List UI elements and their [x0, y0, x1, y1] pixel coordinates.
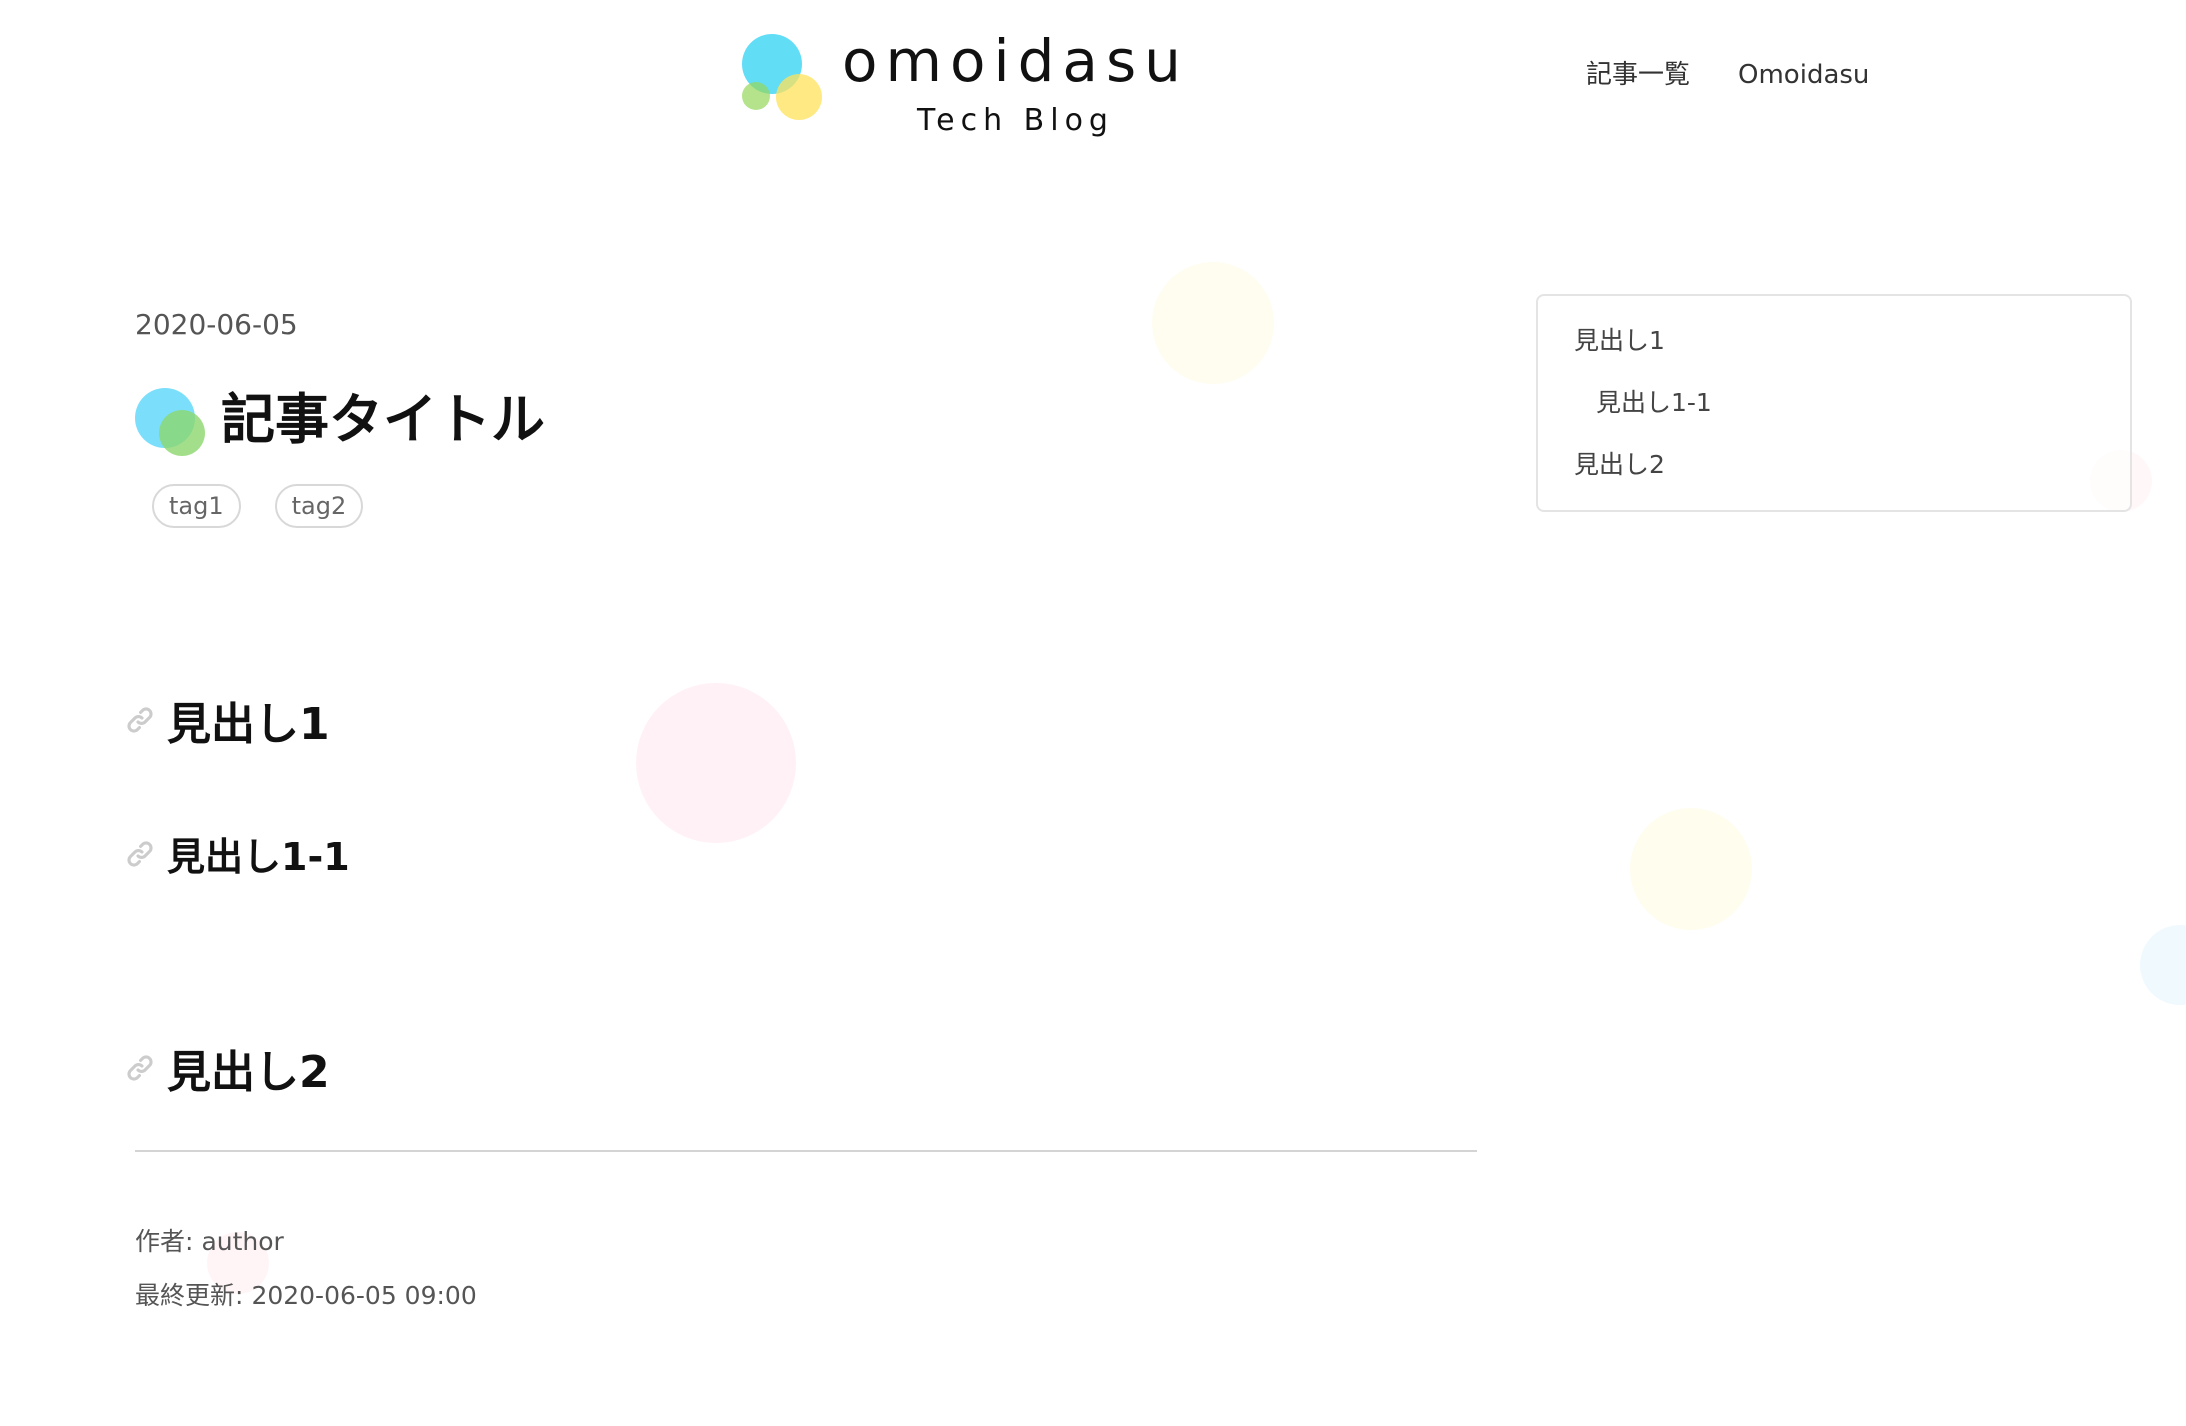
nav-link-articles[interactable]: 記事一覧 — [1586, 62, 1690, 88]
decorative-bubble — [1630, 808, 1752, 930]
toc-item-heading-1[interactable]: 見出し1 — [1574, 328, 1665, 353]
article-title-row: 記事タイトル — [135, 384, 545, 456]
tag-list: tag1 tag2 — [152, 484, 364, 529]
tag-chip[interactable]: tag1 — [152, 484, 241, 529]
article-divider — [135, 1150, 1477, 1152]
heading-section-1: 見出し1 — [123, 688, 330, 752]
updated-label: 最終更新: — [135, 1281, 244, 1310]
table-of-contents: 見出し1 見出し1-1 見出し2 — [1536, 294, 2132, 512]
nav-link-omoidasu[interactable]: Omoidasu — [1738, 62, 1869, 88]
logo-title: omoidasu — [842, 27, 1189, 95]
toc-item-heading-2[interactable]: 見出し2 — [1574, 452, 1665, 477]
heading-text: 見出し2 — [167, 1047, 330, 1098]
logo-bubbles-icon — [738, 32, 828, 122]
author-name: author — [201, 1227, 284, 1256]
tag-chip[interactable]: tag2 — [274, 484, 364, 529]
updated-timestamp: 2020-06-05 09:00 — [251, 1281, 477, 1310]
author-line: 作者: author — [135, 1222, 284, 1258]
article-date: 2020-06-05 — [135, 308, 298, 341]
link-icon[interactable] — [123, 703, 157, 737]
site-logo[interactable]: omoidasu Tech Blog — [738, 32, 1189, 136]
heading-section-2: 見出し2 — [123, 1036, 330, 1100]
title-bubbles-icon — [135, 384, 207, 456]
heading-text: 見出し1 — [167, 699, 330, 750]
link-icon[interactable] — [123, 1051, 157, 1085]
link-icon[interactable] — [123, 837, 157, 871]
decorative-bubble — [2140, 925, 2186, 1005]
author-label: 作者: — [135, 1227, 194, 1256]
heading-section-1-1: 見出し1-1 — [123, 826, 350, 881]
article-title: 記事タイトル — [221, 388, 545, 451]
decorative-bubble — [1152, 262, 1274, 384]
updated-line: 最終更新: 2020-06-05 09:00 — [135, 1276, 477, 1312]
logo-subtitle: Tech Blog — [916, 103, 1114, 138]
heading-text: 見出し1-1 — [167, 835, 350, 879]
toc-item-heading-1-1[interactable]: 見出し1-1 — [1596, 390, 1712, 415]
header-nav: 記事一覧 Omoidasu — [1586, 62, 1869, 88]
decorative-bubble — [636, 683, 796, 843]
